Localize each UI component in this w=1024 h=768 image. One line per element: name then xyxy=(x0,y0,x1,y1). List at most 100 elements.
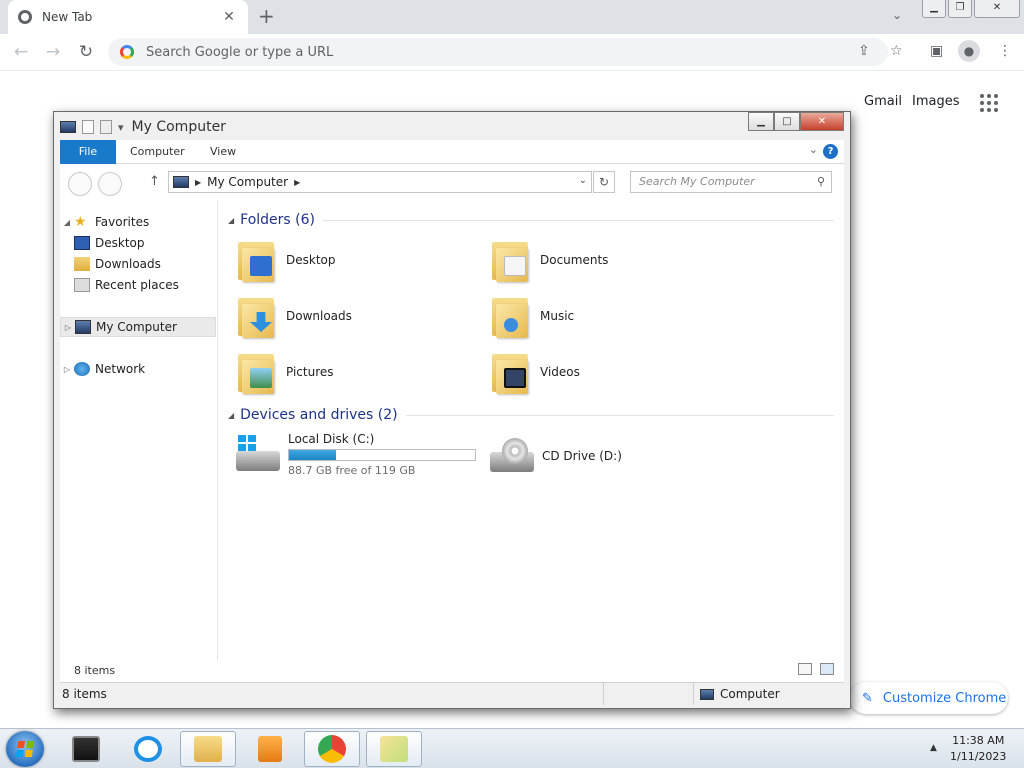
breadcrumb-my-computer[interactable]: My Computer xyxy=(207,175,288,189)
expand-arrow-icon[interactable]: ▷ xyxy=(61,323,75,332)
explorer-close-button[interactable]: ✕ xyxy=(800,112,844,131)
breadcrumb-arrow-icon[interactable]: ▶ xyxy=(294,178,300,187)
status-location-label: Computer xyxy=(720,687,780,701)
new-tab-button[interactable]: + xyxy=(258,6,275,26)
apps-grid-icon[interactable] xyxy=(980,94,1000,112)
nav-item-favorites[interactable]: ◢ ★ Favorites xyxy=(60,212,149,232)
computer-icon xyxy=(173,176,189,188)
nav-item-desktop[interactable]: Desktop xyxy=(74,233,145,253)
tab-title: New Tab xyxy=(42,10,93,24)
folder-downloads[interactable]: Downloads xyxy=(236,294,352,338)
folder-icon xyxy=(490,238,530,282)
folder-music[interactable]: Music xyxy=(490,294,574,338)
folder-icon xyxy=(236,294,276,338)
breadcrumb-arrow-icon[interactable]: ▶ xyxy=(195,178,201,187)
customize-qat-icon[interactable]: ▾ xyxy=(118,121,124,134)
computer-icon xyxy=(60,121,76,133)
up-arrow-icon[interactable]: ↑ xyxy=(149,174,160,189)
hard-disk-icon xyxy=(234,434,282,475)
details-view-icon[interactable] xyxy=(798,663,812,675)
share-icon[interactable]: ⇪ xyxy=(858,43,870,59)
menu-dots-icon[interactable]: ⋮ xyxy=(998,43,1012,59)
reload-icon[interactable]: ↻ xyxy=(75,42,97,62)
chevron-down-icon[interactable]: ⌄ xyxy=(892,8,902,22)
forward-button[interactable] xyxy=(98,172,122,196)
folder-videos[interactable]: Videos xyxy=(490,350,580,394)
taskbar: ▲ 11:38 AM 1/11/2023 xyxy=(0,728,1024,768)
nav-label: Downloads xyxy=(95,257,161,271)
drives-group-header[interactable]: ◢ Devices and drives (2) xyxy=(228,407,834,423)
expand-arrow-icon[interactable]: ◢ xyxy=(60,218,74,227)
new-folder-icon[interactable] xyxy=(100,120,112,134)
nav-item-my-computer[interactable]: ▷ My Computer xyxy=(60,317,216,337)
recent-places-icon xyxy=(74,278,90,292)
folder-pictures[interactable]: Pictures xyxy=(236,350,334,394)
folder-icon xyxy=(490,294,530,338)
chrome-toolbar: ← → ↻ Search Google or type a URL ⇪ ☆ ▣ … xyxy=(0,34,1024,71)
address-dropdown-icon[interactable]: ⌄ xyxy=(579,175,587,186)
customize-chrome-button[interactable]: ✎ Customize Chrome xyxy=(850,682,1008,714)
status-bar: 8 items Computer xyxy=(60,682,844,705)
refresh-button[interactable]: ↻ xyxy=(593,171,615,193)
taskbar-chrome[interactable] xyxy=(304,731,360,767)
collapse-arrow-icon[interactable]: ◢ xyxy=(228,216,234,225)
windows-logo-icon xyxy=(15,741,35,757)
disk-usage-bar xyxy=(288,449,476,461)
folder-label: Downloads xyxy=(286,309,352,323)
status-cell xyxy=(603,683,693,705)
taskbar-file-explorer[interactable] xyxy=(180,731,236,767)
nav-item-network[interactable]: ▷ Network xyxy=(60,359,145,379)
search-input[interactable]: Search My Computer ⚲ xyxy=(630,171,832,193)
internet-explorer-icon xyxy=(134,736,162,762)
help-icon[interactable]: ? xyxy=(823,144,838,159)
chrome-icon xyxy=(318,735,346,763)
system-clock[interactable]: 11:38 AM 1/11/2023 xyxy=(950,733,1006,765)
content-pane: ◢ Folders (6) Desktop Documents Download… xyxy=(218,200,844,660)
restore-button[interactable]: ❐ xyxy=(948,0,972,18)
gmail-link[interactable]: Gmail xyxy=(864,94,902,109)
navigation-pane: ◢ ★ Favorites Desktop Downloads Recent p… xyxy=(60,200,218,660)
expand-arrow-icon[interactable]: ▷ xyxy=(60,365,74,374)
taskbar-folder[interactable] xyxy=(366,731,422,767)
back-arrow-icon[interactable]: ← xyxy=(10,42,32,62)
close-tab-icon[interactable]: ✕ xyxy=(220,9,238,25)
start-button[interactable] xyxy=(6,731,44,767)
show-hidden-icons[interactable]: ▲ xyxy=(930,743,937,753)
pencil-icon: ✎ xyxy=(862,690,873,706)
navigation-bar: ↑ ▶ My Computer ▶ ⌄ ↻ Search My Computer… xyxy=(60,164,844,200)
large-icons-view-icon[interactable] xyxy=(820,663,834,675)
explorer-titlebar: ▾ My Computer ▁ □ ✕ xyxy=(54,112,850,142)
images-link[interactable]: Images xyxy=(912,94,960,109)
properties-icon[interactable] xyxy=(82,120,94,134)
omnibox[interactable]: Search Google or type a URL ⇪ xyxy=(108,38,888,66)
nav-item-downloads[interactable]: Downloads xyxy=(74,254,161,274)
taskbar-internet-explorer[interactable] xyxy=(120,731,176,767)
folder-desktop[interactable]: Desktop xyxy=(236,238,336,282)
side-panel-icon[interactable]: ▣ xyxy=(930,43,943,59)
folder-icon xyxy=(236,238,276,282)
back-button[interactable] xyxy=(68,172,92,196)
drive-cd-d[interactable]: CD Drive (D:) xyxy=(488,436,622,476)
drive-local-disk-c[interactable]: Local Disk (C:) 88.7 GB free of 119 GB xyxy=(234,432,476,477)
taskbar-media-player[interactable] xyxy=(242,731,298,767)
tab-new-tab[interactable]: New Tab ✕ xyxy=(8,0,248,34)
explorer-maximize-button[interactable]: □ xyxy=(774,112,800,131)
collapse-arrow-icon[interactable]: ◢ xyxy=(228,411,234,420)
folder-documents[interactable]: Documents xyxy=(490,238,608,282)
minimize-button[interactable]: ▁ xyxy=(922,0,946,18)
nav-item-recent-places[interactable]: Recent places xyxy=(74,275,179,295)
ribbon-tab-computer[interactable]: Computer xyxy=(130,140,185,164)
ribbon-tab-file[interactable]: File xyxy=(60,140,116,164)
star-icon[interactable]: ☆ xyxy=(890,43,903,59)
explorer-minimize-button[interactable]: ▁ xyxy=(748,112,774,131)
ribbon-tab-view[interactable]: View xyxy=(210,140,236,164)
expand-ribbon-icon[interactable]: ⌄ xyxy=(809,143,818,156)
close-window-button[interactable]: ✕ xyxy=(974,0,1020,18)
address-bar[interactable]: ▶ My Computer ▶ ⌄ xyxy=(168,171,592,193)
profile-avatar-icon[interactable]: ● xyxy=(958,40,980,62)
forward-arrow-icon[interactable]: → xyxy=(42,42,64,62)
window-title: My Computer xyxy=(131,119,226,135)
media-player-icon xyxy=(258,736,282,762)
folders-group-header[interactable]: ◢ Folders (6) xyxy=(228,212,834,228)
taskbar-task-manager[interactable] xyxy=(58,731,114,767)
